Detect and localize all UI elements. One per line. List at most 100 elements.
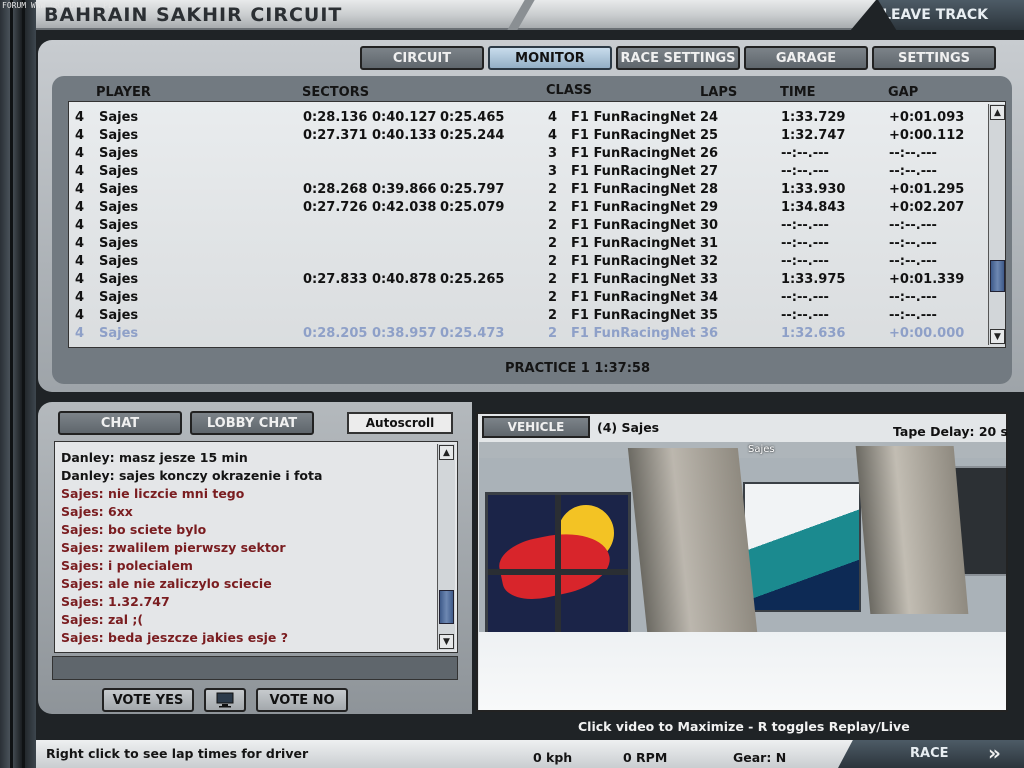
cell-s2: 0:42.038 [372, 200, 437, 215]
cell-lap: 31 [700, 236, 719, 251]
chat-message: Sajes: i polecialem [61, 558, 193, 573]
cell-pos: 4 [75, 308, 85, 323]
cell-pos: 4 [75, 218, 85, 233]
table-row[interactable]: 4 Sajes 0:27.726 0:42.038 0:25.079 2 F1 FunRac… [69, 200, 989, 218]
cell-player: Sajes [99, 308, 139, 323]
table-row[interactable]: 4 Sajes 2 F1 FunRacingNet 35 --:--.--- --:--.-… [69, 308, 989, 326]
column-header-time: TIME [780, 85, 816, 100]
chat-scrollbar[interactable]: ▲ ▼ [437, 444, 455, 650]
cell-player: Sajes [99, 254, 139, 269]
cell-s1: 0:28.205 [303, 326, 368, 341]
cell-class: F1 FunRacingNet [571, 254, 696, 269]
cell-lap: 30 [700, 218, 719, 233]
cell-time: --:--.--- [781, 254, 829, 269]
cell-class: F1 FunRacingNet [571, 272, 696, 287]
cell-classnum: 2 [548, 236, 558, 251]
cell-player: Sajes [99, 236, 139, 251]
chat-message: Sajes: 1.32.747 [61, 594, 170, 609]
chat-message: Sajes: zal ;( [61, 612, 144, 627]
driver-label: Sajes [748, 444, 775, 455]
replay-video[interactable] [479, 442, 1006, 710]
cell-gap: --:--.--- [889, 254, 937, 269]
scroll-up-arrow-icon[interactable]: ▲ [439, 445, 454, 460]
cell-player: Sajes [99, 290, 139, 305]
tab-circuit[interactable]: CIRCUIT [360, 46, 484, 70]
chat-button[interactable]: CHAT [58, 411, 182, 435]
vehicle-button[interactable]: VEHICLE [482, 416, 590, 438]
pit-pillar [627, 448, 761, 660]
vote-yes-button[interactable]: VOTE YES [102, 688, 194, 712]
double-chevron-right-icon: » [988, 741, 1001, 765]
table-row[interactable]: 4 Sajes 0:28.268 0:39.866 0:25.797 2 F1 FunRac… [69, 182, 989, 200]
cell-player: Sajes [99, 110, 139, 125]
cell-classnum: 2 [548, 272, 558, 287]
cell-lap: 29 [700, 200, 719, 215]
table-row[interactable]: 4 Sajes 2 F1 FunRacingNet 30 --:--.--- --:--.-… [69, 218, 989, 236]
table-row[interactable]: 4 Sajes 0:27.833 0:40.878 0:25.265 2 F1 FunRac… [69, 272, 989, 290]
tab-garage[interactable]: GARAGE [744, 46, 868, 70]
cell-player: Sajes [99, 182, 139, 197]
chat-message: Danley: masz jesze 15 min [61, 450, 248, 465]
scroll-thumb[interactable] [439, 590, 454, 624]
scroll-down-arrow-icon[interactable]: ▼ [439, 634, 454, 649]
cell-player: Sajes [99, 218, 139, 233]
cell-gap: --:--.--- [889, 164, 937, 179]
table-row[interactable]: 4 Sajes 3 F1 FunRacingNet 26 --:--.--- --:--.-… [69, 146, 989, 164]
monitor-icon-button[interactable] [204, 688, 246, 712]
vote-no-button[interactable]: VOTE NO [256, 688, 348, 712]
tab-settings[interactable]: SETTINGS [872, 46, 996, 70]
cell-classnum: 3 [548, 146, 558, 161]
cell-lap: 35 [700, 308, 719, 323]
table-scrollbar[interactable]: ▲ ▼ [988, 104, 1005, 345]
cell-pos: 4 [75, 182, 85, 197]
chat-message: Sajes: beda jeszcze jakies esje ? [61, 630, 289, 645]
sponsor-banner-stripes [743, 482, 861, 612]
lap-times-table: 4 Sajes 0:28.136 0:40.127 0:25.465 4 F1 FunRac… [68, 101, 1006, 348]
cell-gap: +0:00.000 [889, 326, 965, 341]
scroll-thumb[interactable] [990, 260, 1005, 292]
chat-input[interactable] [52, 656, 458, 680]
cell-class: F1 FunRacingNet [571, 326, 696, 341]
cell-lap: 26 [700, 146, 719, 161]
cell-pos: 4 [75, 200, 85, 215]
cell-pos: 4 [75, 272, 85, 287]
chat-message: Sajes: 6xx [61, 504, 133, 519]
cell-gap: +0:02.207 [889, 200, 965, 215]
cell-class: F1 FunRacingNet [571, 200, 696, 215]
monitor-icon [216, 692, 234, 708]
cell-time: --:--.--- [781, 308, 829, 323]
cell-classnum: 4 [548, 110, 558, 125]
cell-s3: 0:25.244 [440, 128, 505, 143]
table-row[interactable]: 4 Sajes 0:28.205 0:38.957 0:25.473 2 F1 FunRac… [69, 326, 989, 344]
cell-player: Sajes [99, 272, 139, 287]
table-row[interactable]: 4 Sajes 0:28.136 0:40.127 0:25.465 4 F1 FunRac… [69, 110, 989, 128]
lobby-chat-button[interactable]: LOBBY CHAT [190, 411, 314, 435]
tab-race-settings[interactable]: RACE SETTINGS [616, 46, 740, 70]
table-row[interactable]: 4 Sajes 2 F1 FunRacingNet 32 --:--.--- --:--.-… [69, 254, 989, 272]
leave-track-button[interactable]: LEAVE TRACK [878, 0, 1024, 30]
cell-time: --:--.--- [781, 164, 829, 179]
cell-gap: +0:01.339 [889, 272, 965, 287]
cell-class: F1 FunRacingNet [571, 146, 696, 161]
table-row[interactable]: 4 Sajes 2 F1 FunRacingNet 34 --:--.--- --:--.-… [69, 290, 989, 308]
cell-pos: 4 [75, 290, 85, 305]
cell-classnum: 4 [548, 128, 558, 143]
table-row[interactable]: 4 Sajes 0:27.371 0:40.133 0:25.244 4 F1 FunRac… [69, 128, 989, 146]
table-row[interactable]: 4 Sajes 2 F1 FunRacingNet 31 --:--.--- --:--.-… [69, 236, 989, 254]
cell-classnum: 2 [548, 290, 558, 305]
scroll-down-arrow-icon[interactable]: ▼ [990, 329, 1005, 344]
cell-s3: 0:25.079 [440, 200, 505, 215]
tab-monitor[interactable]: MONITOR [488, 46, 612, 70]
cell-classnum: 2 [548, 218, 558, 233]
cell-lap: 24 [700, 110, 719, 125]
cell-time: --:--.--- [781, 218, 829, 233]
cell-class: F1 FunRacingNet [571, 128, 696, 143]
cell-gap: --:--.--- [889, 308, 937, 323]
cell-time: 1:33.729 [781, 110, 846, 125]
scroll-up-arrow-icon[interactable]: ▲ [990, 105, 1005, 120]
autoscroll-toggle[interactable]: Autoscroll [347, 412, 453, 434]
cell-s2: 0:38.957 [372, 326, 437, 341]
race-button[interactable]: RACE » [838, 740, 1024, 768]
video-hint: Click video to Maximize - R toggles Repl… [578, 719, 910, 734]
table-row[interactable]: 4 Sajes 3 F1 FunRacingNet 27 --:--.--- --:--.-… [69, 164, 989, 182]
